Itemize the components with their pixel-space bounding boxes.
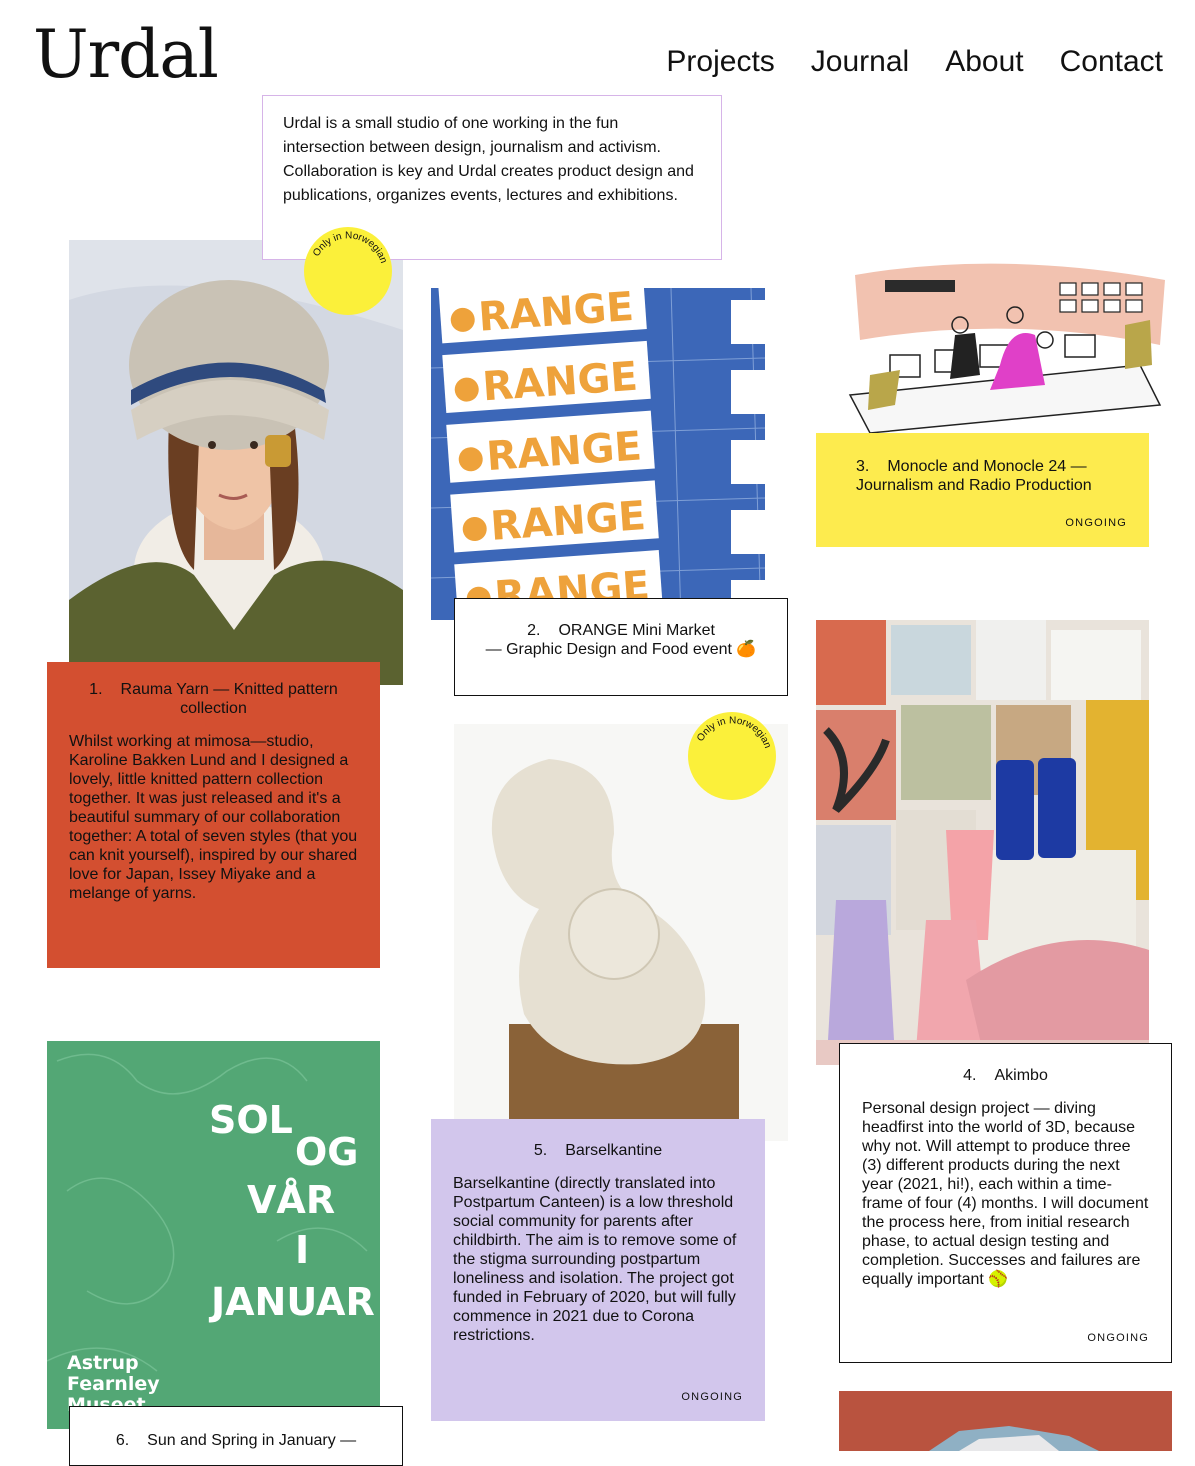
status-label: ONGOING	[681, 1391, 743, 1403]
poster-line: SOL	[209, 1098, 293, 1142]
project-description: Personal design project — diving headfir…	[862, 1100, 1149, 1288]
svg-text:Only in Norwegian: Only in Norwegian	[311, 230, 389, 264]
site-logo[interactable]: Urdal	[33, 22, 219, 88]
nav-contact[interactable]: Contact	[1060, 45, 1163, 79]
nav-journal[interactable]: Journal	[811, 45, 909, 79]
project-card-monocle[interactable]: 3. Monocle and Monocle 24 — Journalism an…	[816, 433, 1149, 547]
nav-about[interactable]: About	[945, 45, 1023, 79]
project-title[interactable]: 2. ORANGE Mini Market — Graphic Design an…	[477, 621, 765, 659]
orange-poster: RANGERANGERANGERANGERANGE	[431, 288, 765, 620]
status-label: ONGOING	[1065, 517, 1127, 529]
project-card-rauma-yarn[interactable]: 1. Rauma Yarn — Knitted pattern collectio…	[47, 662, 380, 968]
next-project-photo	[839, 1391, 1172, 1451]
project-card-akimbo[interactable]: 4. Akimbo Personal design project — divin…	[839, 1043, 1172, 1363]
project-title[interactable]: 3. Monocle and Monocle 24 — Journalism an…	[856, 457, 1127, 495]
yarn-studio-illustration	[816, 620, 1149, 1065]
poster-museum-line: Astrup	[67, 1352, 139, 1374]
project-card-barselkantine[interactable]: 5. Barselkantine Barselkantine (directly …	[431, 1119, 765, 1421]
project-title[interactable]: 4. Akimbo	[862, 1066, 1149, 1085]
orange-side-label	[731, 440, 765, 484]
svg-text:Only in Norwegian: Only in Norwegian	[695, 715, 773, 749]
only-in-norwegian-badge: Only in Norwegian	[304, 227, 392, 315]
orange-side-label	[731, 510, 765, 554]
sol-og-var-poster: SOL OG VÅR I JANUAR Astrup Fearnley Muse…	[47, 1041, 380, 1429]
poster-line: JANUAR	[208, 1280, 375, 1324]
main-nav: Projects Journal About Contact	[666, 45, 1163, 79]
only-in-norwegian-badge: Only in Norwegian	[688, 712, 776, 800]
poster-museum-line: Fearnley	[67, 1373, 160, 1395]
project-card-orange[interactable]: 2. ORANGE Mini Market — Graphic Design an…	[454, 598, 788, 696]
monocle-image[interactable]	[840, 255, 1172, 435]
poster-line: OG	[295, 1130, 359, 1174]
project-title[interactable]: 6. Sun and Spring in January —	[92, 1431, 380, 1450]
project-description: Whilst working at mimosa—studio, Karolin…	[69, 733, 358, 902]
next-project-image[interactable]	[839, 1391, 1172, 1451]
poster-line: I	[295, 1228, 309, 1272]
nav-projects[interactable]: Projects	[666, 45, 774, 79]
project-description: Barselkantine (directly translated into …	[453, 1175, 737, 1344]
poster-line: VÅR	[247, 1178, 335, 1222]
orange-side-label	[731, 370, 765, 414]
status-label: ONGOING	[1087, 1332, 1149, 1344]
sun-and-spring-image[interactable]: SOL OG VÅR I JANUAR Astrup Fearnley Muse…	[47, 1041, 380, 1429]
newsroom-illustration	[840, 255, 1172, 435]
project-card-sun-and-spring[interactable]: 6. Sun and Spring in January —	[69, 1406, 403, 1466]
project-title[interactable]: 5. Barselkantine	[453, 1141, 743, 1160]
akimbo-image[interactable]	[816, 620, 1149, 1065]
orange-side-label	[731, 300, 765, 344]
project-title[interactable]: 1. Rauma Yarn — Knitted pattern collectio…	[69, 680, 358, 718]
orange-mini-market-image[interactable]: RANGE RANGE RANGE RANGE RANGE	[431, 288, 765, 620]
